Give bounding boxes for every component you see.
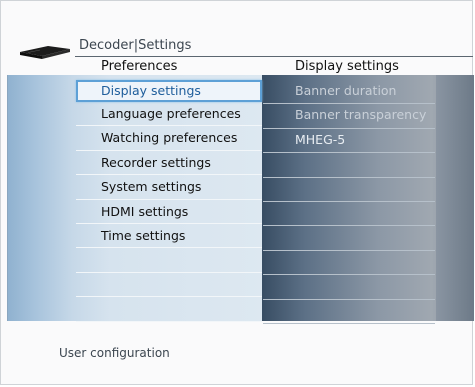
breadcrumb: Decoder|Settings [79,38,191,53]
submenu-empty-row [263,178,435,202]
submenu-item-banner-duration[interactable]: Banner duration [263,80,435,105]
submenu-empty-row [263,300,435,324]
menu-item-hdmi-settings[interactable]: HDMI settings [76,200,262,224]
menu-item-label: System settings [101,179,202,195]
menu-item-system-settings[interactable]: System settings [76,175,262,200]
menu-item-label: HDMI settings [101,203,189,219]
panel-edge [7,75,8,321]
menu-item-label: Language preferences [101,106,241,121]
settings-screen: Decoder|Settings Preferences Display set… [0,0,474,385]
preferences-column-title: Preferences [101,59,178,74]
menu-item-time-settings[interactable]: Time settings [76,224,262,249]
menu-empty-row [76,273,262,298]
breadcrumb-app: Decoder [79,38,134,53]
submenu-item-mheg-5[interactable]: MHEG-5 [263,129,435,154]
submenu-panel-edge [436,75,474,321]
menu-item-display-settings[interactable]: Display settings [76,80,262,102]
preferences-menu: Display settings Language preferences Wa… [76,80,262,322]
submenu-item-label: MHEG-5 [295,131,346,147]
submenu-item-label: Banner duration [295,83,397,98]
menu-item-watching-preferences[interactable]: Watching preferences [76,126,262,151]
submenu-item-label: Banner transparency [295,107,427,123]
menu-item-label: Time settings [101,227,186,243]
menu-item-language-preferences[interactable]: Language preferences [76,102,262,127]
breadcrumb-section: Settings [138,38,192,53]
menu-item-recorder-settings[interactable]: Recorder settings [76,151,262,176]
menu-empty-row [76,248,262,273]
menu-item-label: Watching preferences [101,130,238,146]
submenu-empty-row [263,153,435,178]
display-settings-menu: Banner duration Banner transparency MHEG… [263,80,435,324]
menu-item-label: Recorder settings [101,154,211,170]
decoder-device-icon [20,46,70,59]
submenu-item-banner-transparency[interactable]: Banner transparency [263,104,435,129]
menu-item-label: Display settings [101,83,201,98]
submenu-empty-row [263,251,435,276]
display-settings-column-title: Display settings [295,59,399,74]
footer-hint: User configuration [59,346,170,360]
submenu-empty-row [263,202,435,227]
header-divider [75,56,473,57]
submenu-empty-row [263,275,435,300]
menu-empty-row [76,297,262,322]
submenu-empty-row [263,226,435,251]
